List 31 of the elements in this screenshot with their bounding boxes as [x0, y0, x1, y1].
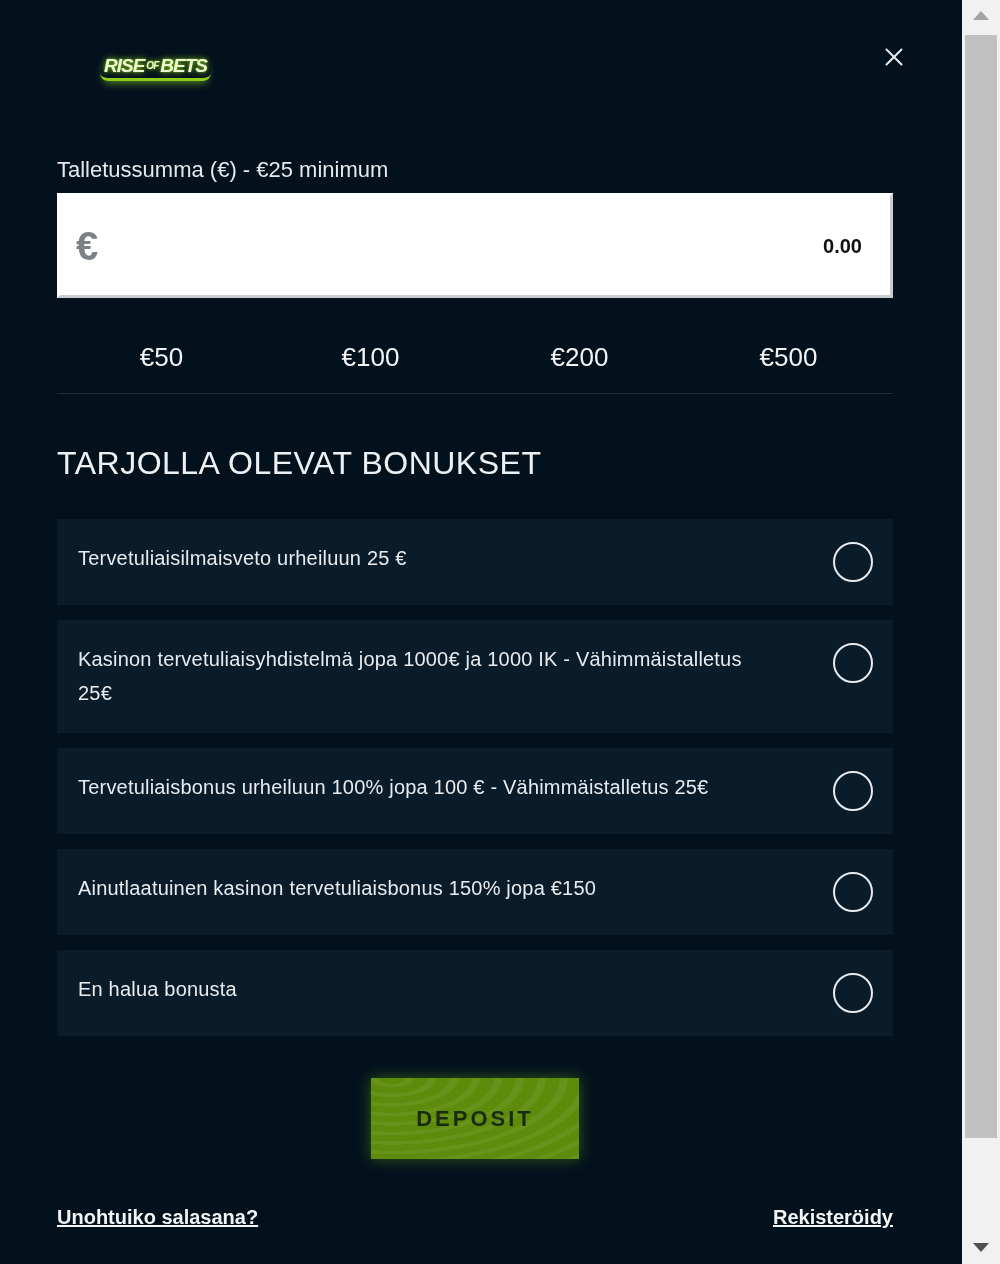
bonus-option[interactable]: Tervetuliaisilmaisveto urheiluun 25 € — [57, 519, 893, 605]
scrollbar[interactable] — [962, 0, 1000, 1264]
logo: RISE$^{OF}$BETS — [100, 55, 211, 81]
bonus-label: Tervetuliaisilmaisveto urheiluun 25 € — [78, 546, 408, 571]
bonus-label: Kasinon tervetuliaisyhdistelmä jopa 1000€ ja 1000 IK - Vähimmäistalletus 25€ — [78, 647, 743, 706]
bonus-label: Tervetuliaisbonus urheiluun 100% jopa 100 € - Vähimmäistalletus 25€ — [78, 775, 710, 800]
text-link[interactable]: Rekisteröidy — [772, 1202, 893, 1232]
bonus-option[interactable]: En halua bonusta — [57, 950, 893, 1036]
bonus-option[interactable]: Ainutlaatuinen kasinon tervetuliaisbonus 150% jopa €150 — [57, 849, 893, 935]
quick-amount-button[interactable]: €100 — [266, 338, 475, 376]
radio-button[interactable] — [833, 872, 873, 912]
scroll-down-icon[interactable] — [973, 1243, 989, 1252]
radio-button[interactable] — [833, 771, 873, 811]
bonus-label: En halua bonusta — [78, 977, 238, 1002]
radio-button[interactable] — [833, 973, 873, 1013]
bonus-option[interactable]: Tervetuliaisbonus urheiluun 100% jopa 100 € - Vähimmäistalletus 25€ — [57, 748, 893, 834]
radio-button[interactable] — [833, 643, 873, 683]
text-link[interactable]: Unohtuiko salasana? — [57, 1202, 259, 1232]
bonus-heading: TARJOLLA OLEVAT BONUKSET — [57, 444, 543, 483]
bonus-label: Ainutlaatuinen kasinon tervetuliaisbonus 150% jopa €150 — [78, 876, 598, 901]
amount-input-field[interactable]: € 0.00 — [57, 193, 893, 298]
quick-amount-button[interactable]: €500 — [684, 338, 893, 376]
quick-amount-button[interactable]: €200 — [475, 338, 684, 376]
radio-button[interactable] — [833, 542, 873, 582]
amount-value[interactable]: 0.00 — [98, 230, 862, 261]
quick-amount-button[interactable]: €50 — [57, 338, 266, 376]
scrollbar-thumb[interactable] — [965, 35, 997, 1138]
amount-label: Talletussumma (€) - €25 minimum — [57, 157, 390, 183]
deposit-button[interactable]: DEPOSIT — [371, 1078, 579, 1159]
bonus-option[interactable]: Kasinon tervetuliaisyhdistelmä jopa 1000€ ja 1000 IK - Vähimmäistalletus 25€ — [57, 620, 893, 733]
currency-symbol: € — [76, 225, 99, 266]
